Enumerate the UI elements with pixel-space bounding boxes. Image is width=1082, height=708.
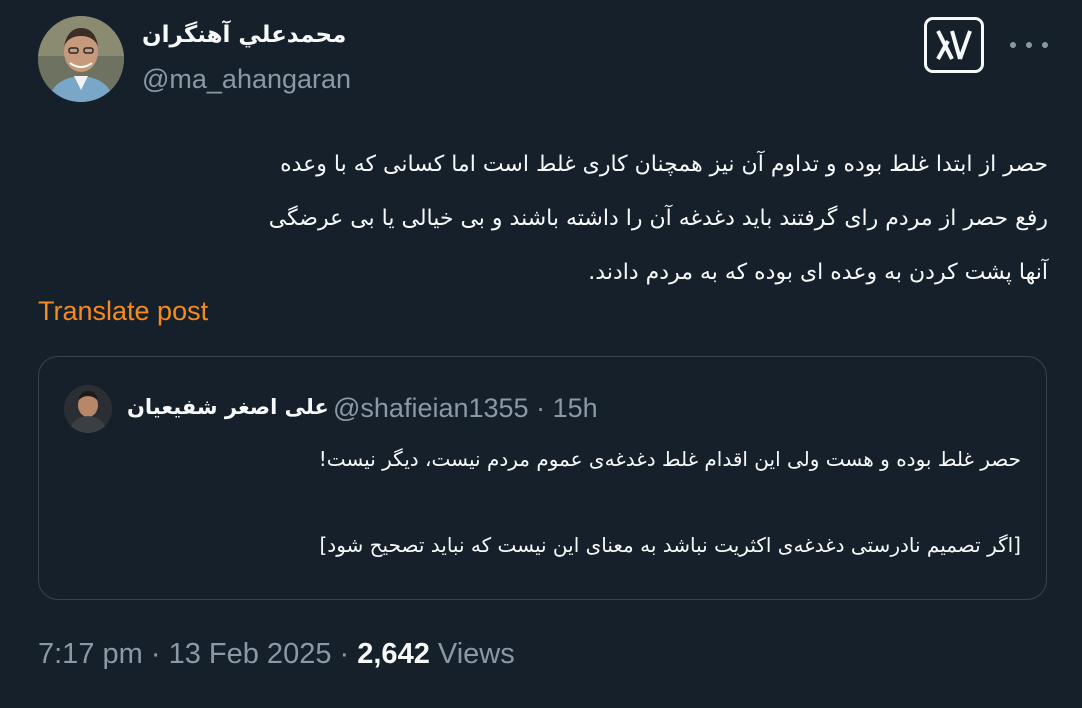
more-dot bbox=[1010, 42, 1016, 48]
x-logo-icon[interactable] bbox=[924, 17, 984, 73]
quoted-text-line: [اگر تصمیم نادرستی دغدغه‌ی اکثریت نباشد … bbox=[319, 533, 1021, 557]
quoted-author-name[interactable]: علی اصغر شفیعیان bbox=[127, 395, 329, 419]
post-text-line: آنها پشت کردن به وعده ای بوده که به مردم… bbox=[588, 260, 1048, 285]
post-text-line: حصر از ابتدا غلط بوده و تداوم آن نیز همچ… bbox=[280, 152, 1048, 177]
quoted-meta: @shafieian1355 · 15h bbox=[333, 393, 598, 424]
post-time[interactable]: 7:17 pm bbox=[38, 638, 143, 670]
meta-separator: · bbox=[536, 393, 546, 423]
quoted-author-avatar[interactable] bbox=[64, 385, 112, 433]
more-dot bbox=[1026, 42, 1032, 48]
quoted-tweet[interactable]: علی اصغر شفیعیان @shafieian1355 · 15h حص… bbox=[38, 356, 1047, 600]
quoted-time[interactable]: 15h bbox=[553, 393, 598, 423]
more-options-icon[interactable] bbox=[1010, 30, 1048, 60]
footer-separator: · bbox=[150, 638, 161, 670]
author-avatar-image bbox=[38, 16, 124, 102]
post-footer: 7:17 pm · 13 Feb 2025 · 2,642 Views bbox=[38, 638, 515, 671]
author-name[interactable]: محمدعلي آهنگران bbox=[142, 22, 346, 48]
author-avatar[interactable] bbox=[38, 16, 124, 102]
post-date[interactable]: 13 Feb 2025 bbox=[169, 638, 332, 670]
footer-separator: · bbox=[339, 638, 350, 670]
views-label: Views bbox=[437, 638, 515, 670]
views-count: 2,642 bbox=[357, 638, 430, 670]
tweet-card: محمدعلي آهنگران @ma_ahangaran حصر از ابت… bbox=[0, 0, 1082, 708]
quoted-text-line: حصر غلط بوده و هست ولی این اقدام غلط دغد… bbox=[318, 447, 1021, 471]
post-text-line: رفع حصر از مردم رای گرفتند باید دغدغه آن… bbox=[268, 206, 1048, 231]
quoted-author-handle[interactable]: @shafieian1355 bbox=[333, 393, 529, 423]
translate-post-link[interactable]: Translate post bbox=[38, 296, 208, 327]
quoted-avatar-image bbox=[64, 385, 112, 433]
post-text: حصر از ابتدا غلط بوده و تداوم آن نیز همچ… bbox=[38, 138, 1048, 300]
author-handle[interactable]: @ma_ahangaran bbox=[142, 64, 351, 95]
x-logo-glyph bbox=[936, 30, 972, 60]
more-dot bbox=[1042, 42, 1048, 48]
